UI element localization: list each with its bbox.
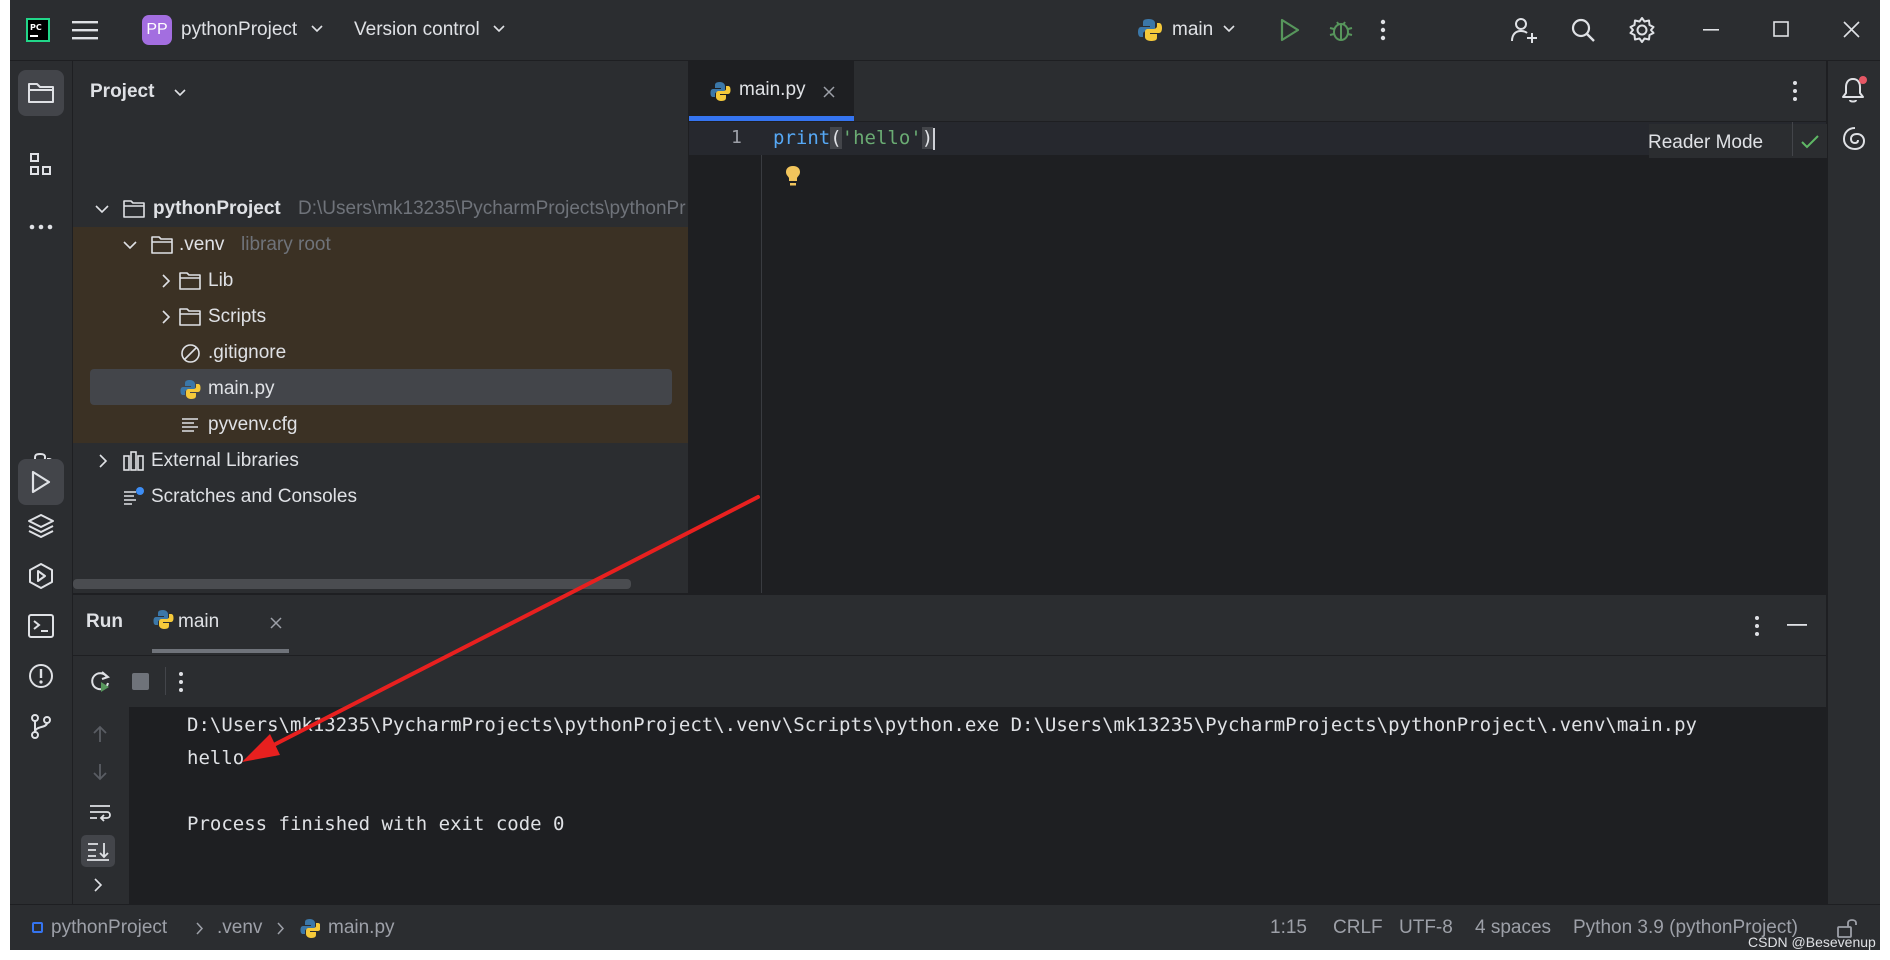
file-encoding[interactable]: UTF-8 — [1399, 905, 1453, 950]
module-icon — [32, 922, 43, 933]
annotation-arrow — [242, 495, 760, 762]
python-file-icon — [300, 918, 320, 938]
line-ending[interactable]: CRLF — [1333, 905, 1383, 950]
breadcrumb-venv[interactable]: .venv — [217, 905, 262, 950]
chevron-right-icon — [277, 922, 285, 935]
caret-position[interactable]: 1:15 — [1270, 905, 1307, 950]
breadcrumb-project[interactable]: pythonProject — [51, 905, 167, 950]
status-bar: pythonProject .venv main.py 1:15 CRLF UT… — [10, 904, 1880, 950]
page-margin — [1880, 0, 1890, 960]
watermark-text: CSDN @Besevenup — [1748, 934, 1876, 950]
indent-setting[interactable]: 4 spaces — [1475, 905, 1551, 950]
breadcrumb-file[interactable]: main.py — [328, 905, 395, 950]
pycharm-window: PC PP pythonProject Version control main — [10, 0, 1880, 950]
chevron-right-icon — [196, 922, 204, 935]
